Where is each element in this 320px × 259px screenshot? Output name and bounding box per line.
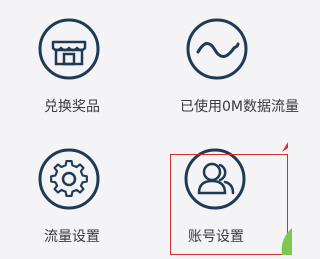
tile-redeem-prizes[interactable]: 兑换奖品 [0,0,144,125]
gear-icon[interactable] [38,148,100,210]
tile-label: 已使用0M数据流量 [180,99,299,115]
shop-icon[interactable] [38,18,100,80]
wave-icon[interactable] [186,18,248,80]
tile-label: 流量设置 [44,229,100,245]
tile-label: 兑换奖品 [44,99,100,115]
arrow-tip-icon [272,142,288,158]
tile-data-usage[interactable]: 已使用0M数据流量 [144,0,299,125]
tile-traffic-settings[interactable]: 流量设置 [0,130,144,255]
selection-highlight [170,154,288,255]
leaf-decoration-icon [278,228,292,255]
